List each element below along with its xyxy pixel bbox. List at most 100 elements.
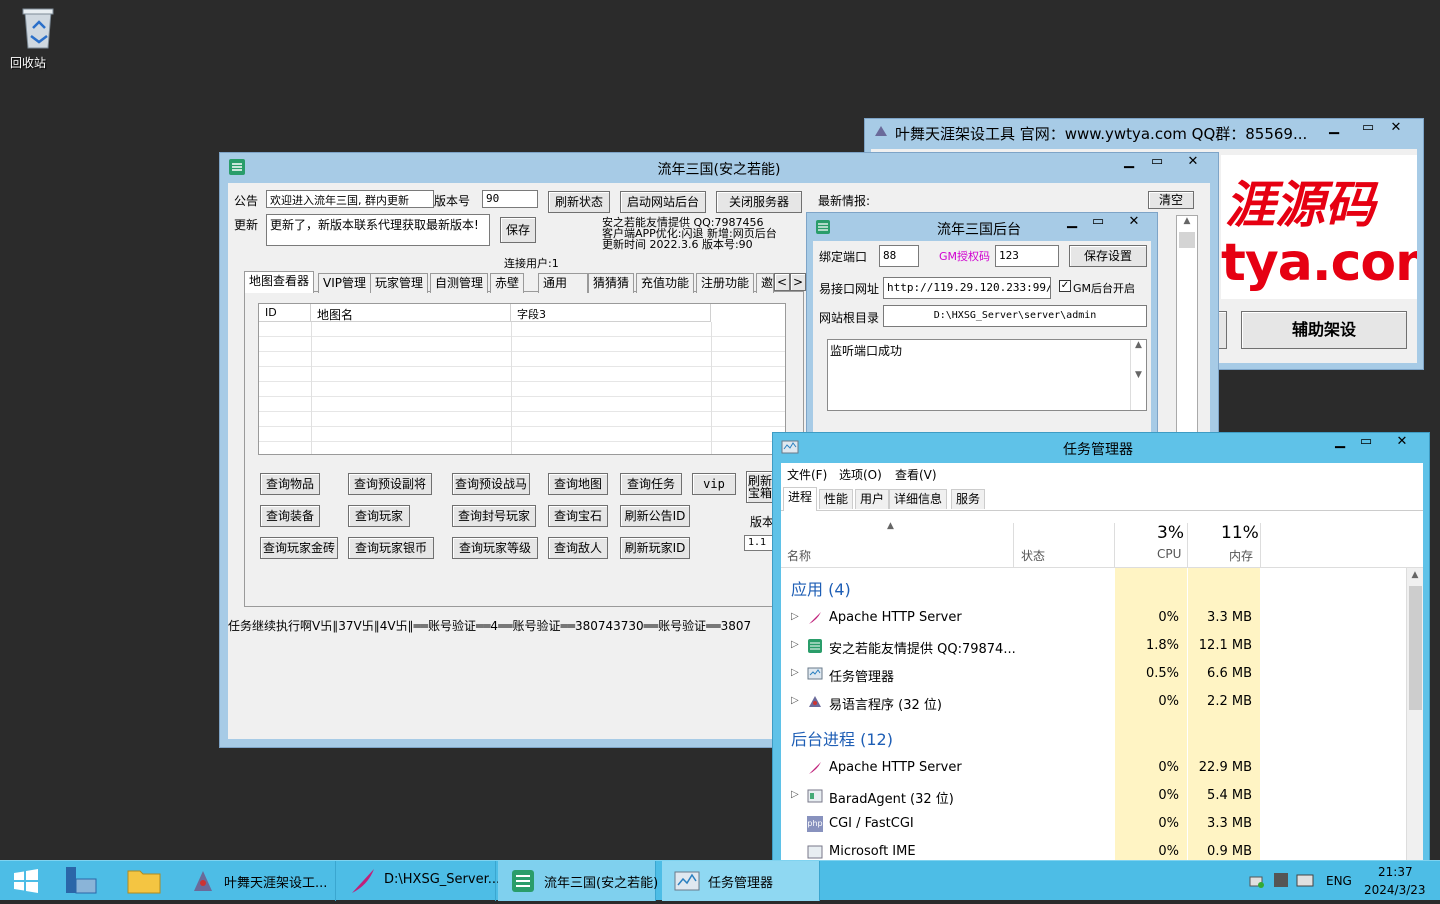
log-scrollbar[interactable]: ▲ ▼ — [1130, 340, 1146, 410]
tab-scroll-right[interactable]: > — [790, 273, 806, 291]
refresh-notice-id-button[interactable]: 刷新公告ID — [620, 505, 690, 527]
query-player-silver-button[interactable]: 查询玩家银币 — [348, 537, 434, 559]
taskbar-item-apache[interactable]: D:\HXSG_Server... — [338, 861, 500, 901]
refresh-chest-button[interactable]: 刷新宝箱 — [746, 471, 774, 503]
backend-window-title: 流年三国后台 — [937, 222, 1021, 238]
menu-file[interactable]: 文件(F) — [787, 466, 827, 483]
process-row[interactable]: ▷ Apache HTTP Server 0% 3.3 MB — [781, 604, 1405, 632]
taskbar-item-main[interactable]: 流年三国(安之若能) — [498, 861, 658, 901]
clear-button[interactable]: 清空 — [1148, 191, 1194, 209]
query-preset-horses-button[interactable]: 查询预设战马 — [452, 473, 530, 495]
network-icon[interactable] — [1248, 873, 1266, 889]
clock-time[interactable]: 21:37 — [1378, 865, 1413, 879]
minimize-button[interactable]: ▁ — [1317, 119, 1351, 139]
query-items-button[interactable]: 查询物品 — [260, 473, 320, 495]
tab-processes[interactable]: 进程 — [783, 487, 818, 511]
refresh-status-button[interactable]: 刷新状态 — [548, 191, 610, 213]
close-button[interactable]: ✕ — [1373, 119, 1419, 139]
scrollbar-thumb[interactable] — [1179, 232, 1195, 248]
web-root-input[interactable]: D:\HXSG_Server\server\admin — [883, 305, 1147, 327]
process-row[interactable]: ▷ BaradAgent (32 位) 0% 5.4 MB — [781, 782, 1405, 810]
tab-register[interactable]: 注册功能 — [696, 273, 755, 293]
close-server-button[interactable]: 关闭服务器 — [716, 191, 802, 213]
process-row[interactable]: Microsoft IME 0% 0.9 MB — [781, 838, 1405, 861]
menu-options[interactable]: 选项(O) — [839, 466, 882, 483]
process-row[interactable]: Apache HTTP Server 0% 22.9 MB — [781, 754, 1405, 782]
update-textarea[interactable]: 更新了，新版本联系代理获取最新版本! — [266, 214, 490, 246]
bind-port-input[interactable]: 88 — [879, 245, 919, 267]
monitor-icon[interactable] — [1296, 873, 1314, 889]
server-manager-button[interactable] — [54, 861, 108, 901]
expand-icon[interactable]: ▷ — [791, 667, 799, 678]
process-row[interactable]: ▷ 易语言程序 (32 位) 0% 2.2 MB — [781, 688, 1405, 716]
gm-code-input[interactable]: 123 — [995, 245, 1059, 267]
query-maps-button[interactable]: 查询地图 — [548, 473, 608, 495]
query-enemies-button[interactable]: 查询敌人 — [548, 537, 608, 559]
tab-chibi[interactable]: 赤壁 — [490, 273, 525, 293]
refresh-player-id-button[interactable]: 刷新玩家ID — [620, 537, 690, 559]
tab-scroll-left[interactable]: < — [774, 273, 790, 291]
tab-player[interactable]: 玩家管理 — [370, 273, 429, 293]
gm-enable-checkbox[interactable]: ✓ — [1059, 280, 1071, 292]
tab-users[interactable]: 用户 — [855, 489, 890, 509]
file-explorer-button[interactable] — [116, 861, 172, 901]
tab-services[interactable]: 服务 — [951, 489, 986, 509]
close-button[interactable]: ✕ — [1111, 213, 1157, 233]
language-indicator[interactable]: ENG — [1326, 874, 1352, 888]
process-row[interactable]: ▷ 安之若能友情提供 QQ:79874... 1.8% 12.1 MB — [781, 632, 1405, 660]
cpu-label[interactable]: CPU — [1157, 547, 1181, 561]
tab-map-viewer[interactable]: 地图查看器 — [244, 271, 315, 293]
vip-button[interactable]: vip — [692, 473, 736, 495]
taskbar-item-tool[interactable]: 叶舞天涯架设工... — [178, 861, 336, 901]
scroll-up-icon[interactable]: ▲ — [1407, 570, 1423, 580]
col-status[interactable]: 状态 — [1021, 547, 1045, 564]
table-col-line — [711, 322, 712, 454]
menu-view[interactable]: 查看(V) — [895, 466, 937, 483]
mem-label[interactable]: 内存 — [1229, 547, 1253, 564]
action-center-icon[interactable] — [1274, 873, 1288, 887]
query-players-button[interactable]: 查询玩家 — [348, 505, 410, 527]
tab-performance[interactable]: 性能 — [819, 489, 854, 509]
tab-recharge[interactable]: 充值功能 — [636, 273, 695, 293]
save-button[interactable]: 保存 — [500, 217, 536, 243]
tab-guess[interactable]: 猜猜猜 — [588, 273, 635, 293]
start-button[interactable] — [0, 861, 50, 901]
assist-setup-button[interactable]: 辅助架设 — [1241, 311, 1407, 349]
tab-selftest[interactable]: 自测管理 — [430, 273, 489, 293]
col-name[interactable]: 名称 — [787, 547, 811, 564]
expand-icon[interactable]: ▷ — [791, 695, 799, 706]
query-player-level-button[interactable]: 查询玩家等级 — [452, 537, 538, 559]
query-banned-players-button[interactable]: 查询封号玩家 — [452, 505, 536, 527]
maximize-button[interactable]: ▭ — [1349, 433, 1383, 453]
query-equipment-button[interactable]: 查询装备 — [260, 505, 320, 527]
maximize-button[interactable]: ▭ — [1081, 213, 1115, 233]
expand-icon[interactable]: ▷ — [791, 789, 799, 800]
taskbar-item-taskmgr[interactable]: 任务管理器 — [662, 861, 820, 901]
tab-invite[interactable]: 邀 — [756, 273, 774, 293]
query-gems-button[interactable]: 查询宝石 — [548, 505, 608, 527]
query-preset-generals-button[interactable]: 查询预设副将 — [348, 473, 432, 495]
notice-input[interactable]: 欢迎进入流年三国, 群内更新 — [266, 190, 434, 208]
close-button[interactable]: ✕ — [1379, 433, 1425, 453]
maximize-button[interactable]: ▭ — [1140, 153, 1174, 173]
scrollbar-thumb[interactable] — [1409, 586, 1422, 710]
close-button[interactable]: ✕ — [1170, 153, 1216, 173]
scroll-up-icon[interactable]: ▲ — [1177, 216, 1197, 226]
process-scrollbar[interactable]: ▲ — [1406, 568, 1423, 861]
tab-general[interactable]: 通用 — [538, 273, 588, 293]
process-row[interactable]: php CGI / FastCGI 0% 3.3 MB — [781, 810, 1405, 838]
query-tasks-button[interactable]: 查询任务 — [620, 473, 682, 495]
table-col-line — [511, 322, 512, 454]
tab-vip[interactable]: VIP管理 — [318, 273, 371, 293]
start-web-button[interactable]: 启动网站后台 — [620, 191, 706, 213]
clock-date[interactable]: 2024/3/23 — [1364, 883, 1426, 897]
process-row[interactable]: ▷ 任务管理器 0.5% 6.6 MB — [781, 660, 1405, 688]
tab-details[interactable]: 详细信息 — [889, 489, 948, 509]
api-url-input[interactable]: http://119.29.120.233:99/ — [883, 277, 1051, 299]
expand-icon[interactable]: ▷ — [791, 639, 799, 650]
expand-icon[interactable]: ▷ — [791, 611, 799, 622]
recycle-bin[interactable]: 回收站 — [10, 6, 66, 78]
save-settings-button[interactable]: 保存设置 — [1069, 245, 1147, 267]
query-player-gold-button[interactable]: 查询玩家金砖 — [260, 537, 338, 559]
version-input[interactable]: 90 — [482, 190, 538, 208]
